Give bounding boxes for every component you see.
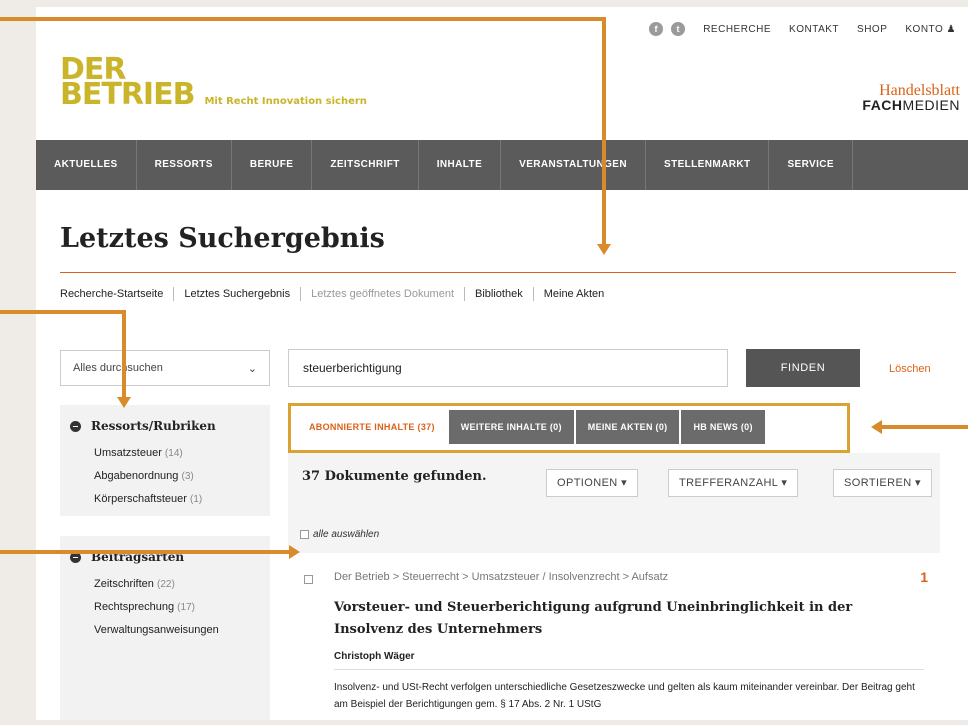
select-all-checkbox[interactable] bbox=[300, 530, 309, 539]
twitter-icon[interactable]: t bbox=[671, 22, 686, 36]
logo-line-2: BETRIEB bbox=[60, 77, 195, 112]
select-all: alle auswählen bbox=[300, 529, 379, 540]
tab-weitere-inhalte[interactable]: WEITERE INHALTE (0) bbox=[448, 410, 574, 444]
nav-item-stellenmarkt[interactable]: STELLENMARKT bbox=[646, 140, 770, 190]
result-path: Der Betrieb > Steuerrecht > Umsatzsteuer… bbox=[334, 571, 669, 583]
search-input[interactable]: steuerberichtigung bbox=[288, 349, 728, 387]
sort-dropdown[interactable]: SORTIEREN ▾ bbox=[833, 469, 932, 497]
find-button[interactable]: FINDEN bbox=[746, 349, 860, 387]
nav-item-inhalte[interactable]: INHALTE bbox=[419, 140, 502, 190]
breadcrumb: Recherche-Startseite Letztes Suchergebni… bbox=[60, 287, 614, 301]
tab-meine-akten[interactable]: MEINE AKTEN (0) bbox=[575, 410, 680, 444]
facet-item-rechtsprechung[interactable]: Rechtsprechung (17) bbox=[60, 601, 270, 613]
nav-item-zeitschrift[interactable]: ZEITSCHRIFT bbox=[312, 140, 419, 190]
utility-link-recherche[interactable]: RECHERCHE bbox=[703, 24, 771, 35]
search-scope-select[interactable]: Alles durchsuchen ⌄ bbox=[60, 350, 270, 386]
handelsblatt-logo[interactable]: Handelsblatt FACHMEDIEN bbox=[862, 83, 960, 113]
options-dropdown[interactable]: OPTIONEN ▾ bbox=[546, 469, 639, 497]
facet-separator bbox=[60, 516, 270, 536]
facet-item-verwaltungsanweisungen[interactable]: Verwaltungsanweisungen bbox=[60, 624, 270, 636]
hit-count-dropdown[interactable]: TREFFERANZAHL ▾ bbox=[668, 469, 799, 497]
facet-item-count: (3) bbox=[181, 471, 194, 482]
select-all-label: alle auswählen bbox=[313, 529, 380, 540]
logo-tagline: Mit Recht Innovation sichern bbox=[204, 96, 367, 107]
browser-page: f t RECHERCHE KONTAKT SHOP KONTO ♟ DER B… bbox=[36, 7, 968, 720]
breadcrumb-letztes-suchergebnis[interactable]: Letztes Suchergebnis bbox=[174, 287, 302, 301]
facet-item-label: Umsatzsteuer bbox=[94, 447, 162, 459]
facet-item-umsatzsteuer[interactable]: Umsatzsteuer (14) bbox=[60, 447, 270, 459]
facet-item-label: Abgabenordnung bbox=[94, 470, 179, 482]
main-nav: AKTUELLES RESSORTS BERUFE ZEITSCHRIFT IN… bbox=[36, 140, 968, 190]
der-betrieb-logo[interactable]: DER BETRIEB Mit Recht Innovation sichern bbox=[60, 55, 367, 114]
facet-item-count: (22) bbox=[156, 579, 175, 590]
facet-header-ressorts[interactable]: Ressorts/Rubriken bbox=[60, 419, 270, 433]
facet-item-zeitschriften[interactable]: Zeitschriften (22) bbox=[60, 578, 270, 590]
facet-item-count: (17) bbox=[177, 602, 195, 613]
result-number: 1 bbox=[920, 569, 928, 585]
clear-link[interactable]: Löschen bbox=[889, 363, 931, 375]
nav-item-ressorts[interactable]: RESSORTS bbox=[137, 140, 232, 190]
page-title: Letztes Suchergebnis bbox=[60, 223, 385, 254]
search-scope-label: Alles durchsuchen bbox=[73, 362, 163, 374]
result-tabs: ABONNIERTE INHALTE (37) WEITERE INHALTE … bbox=[288, 403, 850, 453]
chevron-down-icon: ⌄ bbox=[247, 362, 257, 375]
breadcrumb-bibliothek[interactable]: Bibliothek bbox=[465, 287, 534, 301]
result-snippet: Insolvenz- und USt-Recht verfolgen unter… bbox=[334, 682, 915, 710]
list-item: Der Betrieb > Steuerrecht > Umsatzsteuer… bbox=[288, 553, 940, 720]
utility-link-shop[interactable]: SHOP bbox=[857, 24, 887, 35]
facet-item-count: (14) bbox=[164, 448, 183, 459]
facet-item-count: (1) bbox=[190, 494, 203, 505]
facet-ressorts: Ressorts/Rubriken Umsatzsteuer (14) Abga… bbox=[60, 405, 270, 505]
social-icons: f t bbox=[649, 22, 686, 36]
result-author: Christoph Wäger bbox=[334, 651, 415, 662]
facet-item-label: Rechtsprechung bbox=[94, 601, 175, 613]
tab-hb-news[interactable]: HB NEWS (0) bbox=[681, 410, 765, 444]
result-checkbox[interactable] bbox=[304, 575, 313, 584]
result-count: 37 Dokumente gefunden. bbox=[302, 469, 487, 484]
facet-sidebar: Ressorts/Rubriken Umsatzsteuer (14) Abga… bbox=[60, 405, 270, 720]
partner-line-2-rest: MEDIEN bbox=[902, 97, 960, 113]
collapse-icon bbox=[70, 420, 81, 432]
utility-bar: f t RECHERCHE KONTAKT SHOP KONTO ♟ bbox=[649, 22, 956, 36]
partner-line-1: Handelsblatt bbox=[879, 82, 960, 99]
partner-line-2-bold: FACH bbox=[862, 97, 903, 113]
breadcrumb-letztes-dokument: Letztes geöffnetes Dokument bbox=[301, 287, 466, 301]
nav-item-aktuelles[interactable]: AKTUELLES bbox=[36, 140, 137, 190]
breadcrumb-meine-akten[interactable]: Meine Akten bbox=[534, 287, 615, 301]
title-divider bbox=[60, 272, 956, 273]
facet-item-koerperschaftsteuer[interactable]: Körperschaftsteuer (1) bbox=[60, 493, 270, 505]
facet-item-label: Zeitschriften bbox=[94, 578, 154, 590]
utility-link-kontakt[interactable]: KONTAKT bbox=[789, 24, 839, 35]
facet-title: Ressorts/Rubriken bbox=[91, 419, 216, 433]
nav-item-berufe[interactable]: BERUFE bbox=[232, 140, 313, 190]
nav-item-veranstaltungen[interactable]: VERANSTALTUNGEN bbox=[501, 140, 646, 190]
result-divider bbox=[334, 669, 924, 670]
breadcrumb-recherche-startseite[interactable]: Recherche-Startseite bbox=[60, 287, 175, 301]
utility-link-konto[interactable]: KONTO ♟ bbox=[905, 24, 956, 35]
results-panel: 37 Dokumente gefunden. OPTIONEN ▾ TREFFE… bbox=[288, 453, 940, 720]
facet-item-abgabenordnung[interactable]: Abgabenordnung (3) bbox=[60, 470, 270, 482]
facebook-icon[interactable]: f bbox=[649, 22, 664, 36]
facet-item-label: Verwaltungsanweisungen bbox=[94, 624, 219, 636]
nav-item-service[interactable]: SERVICE bbox=[769, 140, 853, 190]
tab-abonnierte-inhalte[interactable]: ABONNIERTE INHALTE (37) bbox=[297, 410, 447, 444]
result-title-link[interactable]: Vorsteuer- und Steuerberichtigung aufgru… bbox=[334, 597, 924, 641]
facet-item-label: Körperschaftsteuer bbox=[94, 493, 187, 505]
